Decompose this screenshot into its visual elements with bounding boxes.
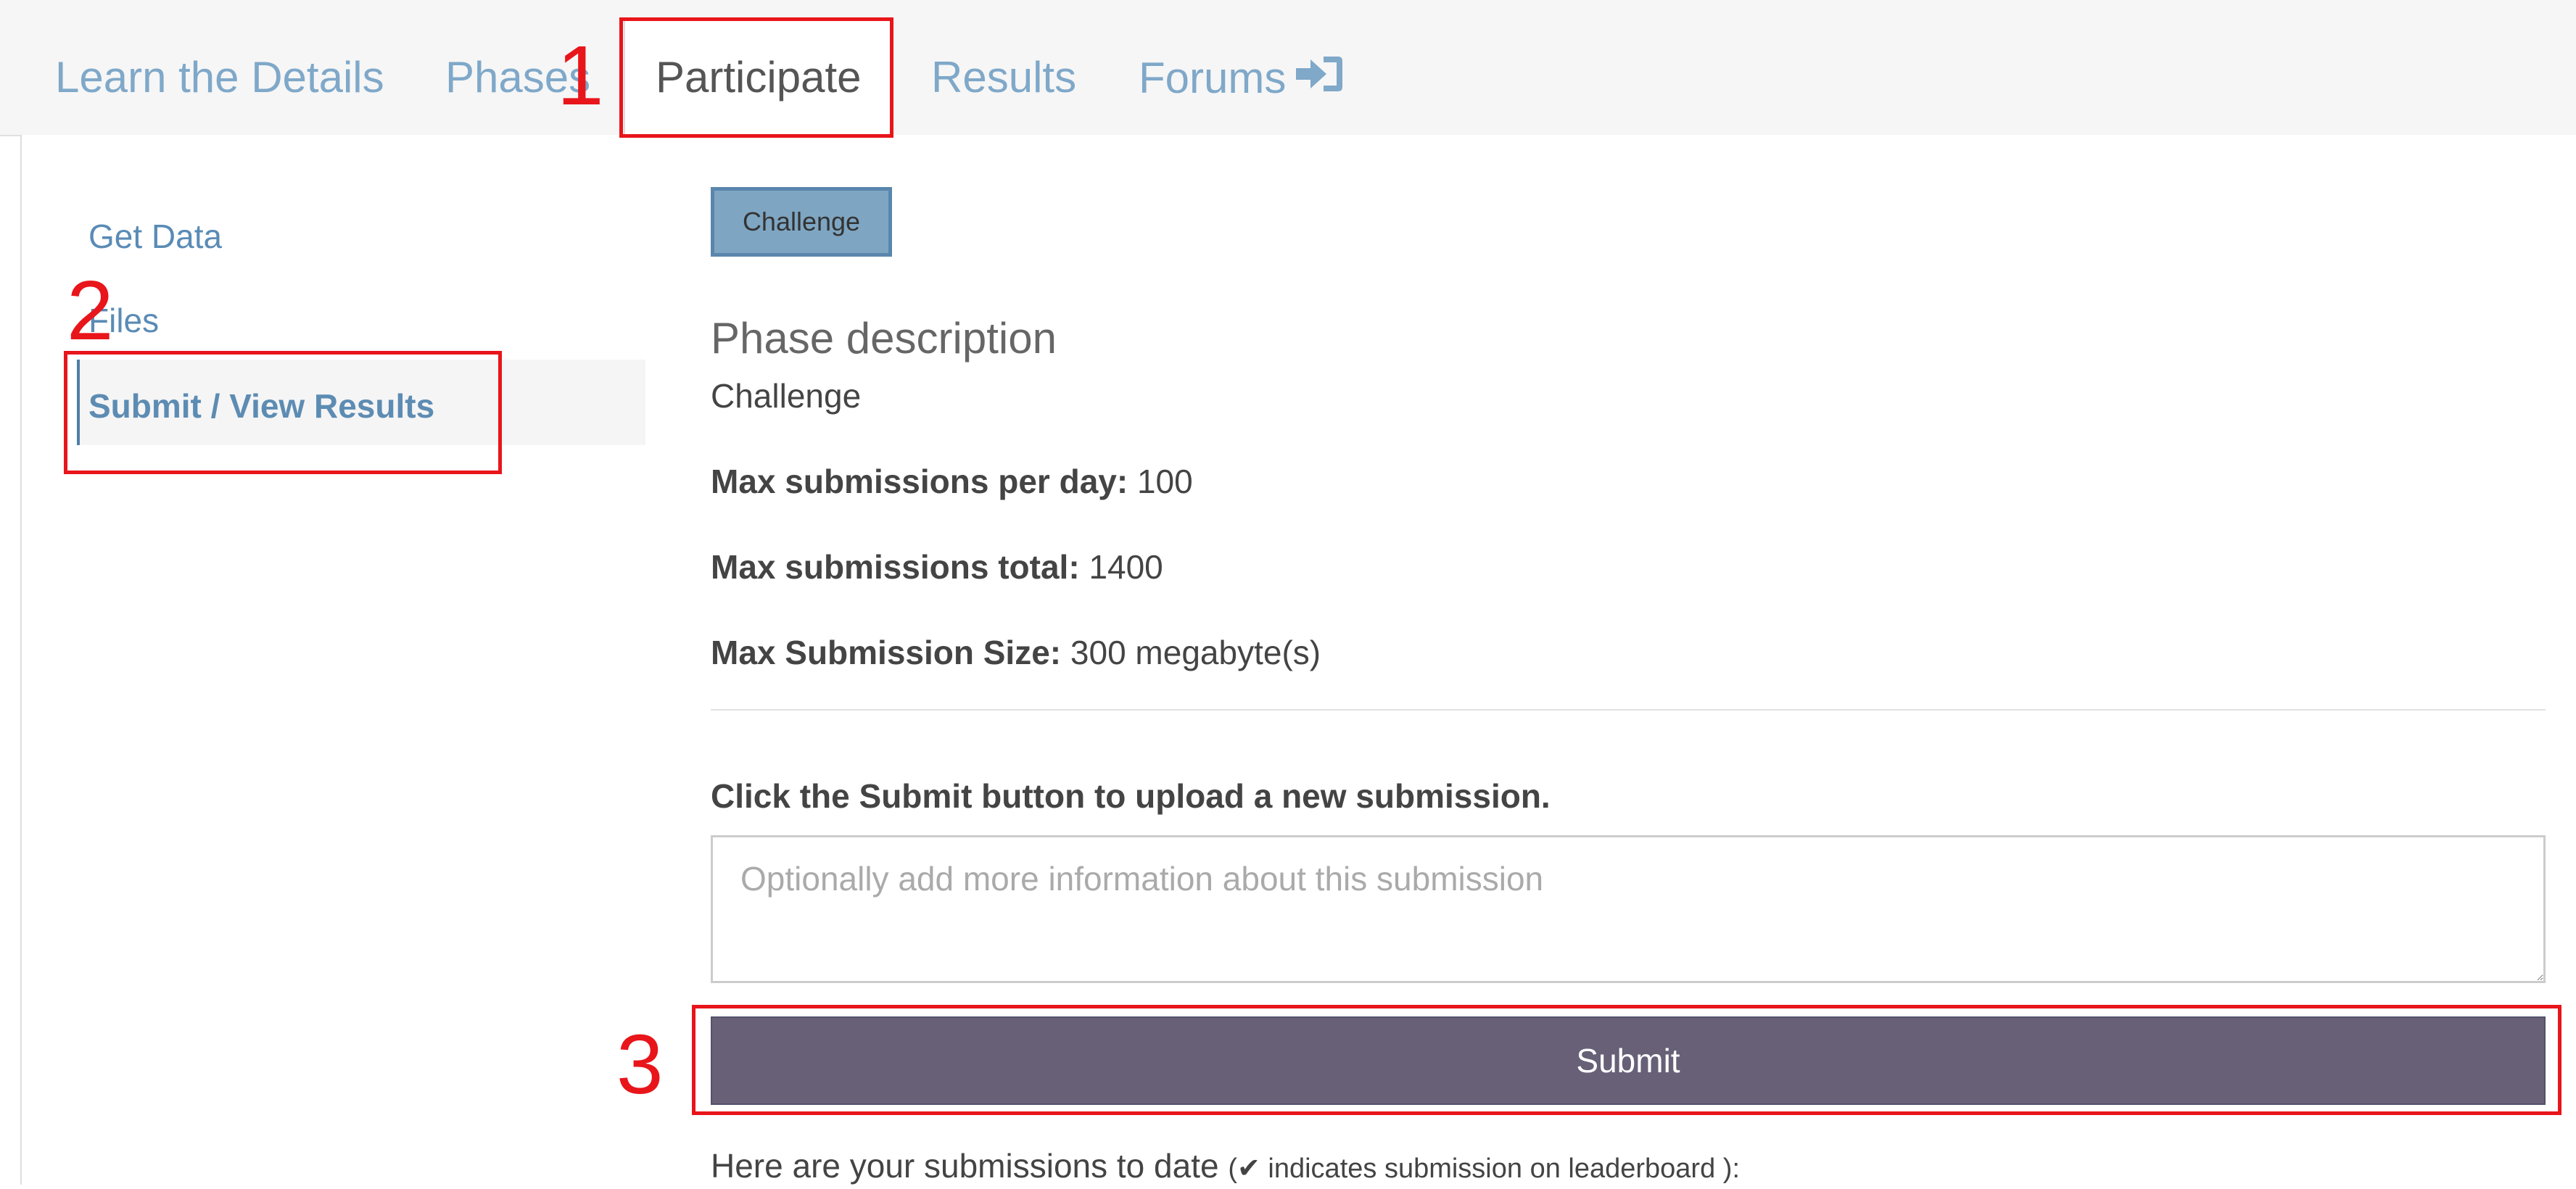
tab-learn-the-details[interactable]: Learn the Details bbox=[55, 52, 384, 103]
top-tab-bar: Learn the Details Phases Participate Res… bbox=[0, 0, 2576, 136]
submissions-to-date-text: Here are your submissions to date bbox=[711, 1147, 1219, 1185]
annotation-box-1 bbox=[619, 17, 893, 138]
submission-info-textarea[interactable] bbox=[711, 835, 2546, 983]
phase-description-heading: Phase description bbox=[711, 314, 1057, 362]
annotation-box-2 bbox=[64, 351, 502, 474]
max-per-day-value: 100 bbox=[1136, 463, 1193, 500]
annotation-number-2: 2 bbox=[67, 263, 114, 357]
max-per-day-row: Max submissions per day: 100 bbox=[711, 461, 1193, 502]
annotation-number-3: 3 bbox=[616, 1017, 664, 1111]
phase-description-text: Challenge bbox=[711, 377, 862, 415]
max-size-value: 300 megabyte(s) bbox=[1070, 634, 1321, 671]
annotation-number-1: 1 bbox=[557, 28, 604, 123]
leaderboard-close-paren: ): bbox=[1722, 1153, 1741, 1184]
submissions-to-date-row: Here are your submissions to date (✔ ind… bbox=[711, 1146, 1740, 1189]
annotation-box-3 bbox=[692, 1005, 2561, 1115]
tab-forums[interactable]: Forums bbox=[1139, 52, 1345, 107]
max-per-day-label: Max submissions per day: bbox=[711, 463, 1128, 500]
tab-forums-label: Forums bbox=[1139, 54, 1287, 102]
leaderboard-note-text: indicates submission on leaderboard bbox=[1268, 1153, 1716, 1184]
tab-results[interactable]: Results bbox=[931, 52, 1076, 103]
sign-in-icon bbox=[1295, 52, 1345, 107]
max-size-label: Max Submission Size: bbox=[711, 634, 1062, 671]
max-size-row: Max Submission Size: 300 megabyte(s) bbox=[711, 632, 1321, 673]
checkmark-icon: ✔ bbox=[1237, 1153, 1260, 1184]
max-total-value: 1400 bbox=[1089, 548, 1163, 586]
leaderboard-note: (✔ indicates submission on leaderboard )… bbox=[1228, 1153, 1740, 1184]
submit-instruction: Click the Submit button to upload a new … bbox=[711, 777, 1551, 815]
leaderboard-open-paren: ( bbox=[1228, 1153, 1237, 1184]
max-total-row: Max submissions total: 1400 bbox=[711, 547, 1163, 587]
divider bbox=[711, 709, 2546, 710]
phase-challenge-button[interactable]: Challenge bbox=[711, 187, 892, 257]
sidebar-item-get-data[interactable]: Get Data bbox=[88, 216, 222, 257]
max-total-label: Max submissions total: bbox=[711, 548, 1080, 586]
